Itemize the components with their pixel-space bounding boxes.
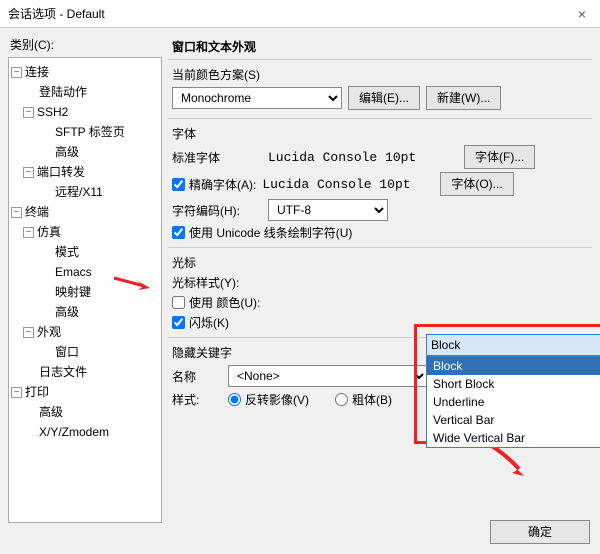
- collapse-icon[interactable]: −: [23, 327, 34, 338]
- hidekey-name-label: 名称: [172, 368, 222, 385]
- dropdown-option[interactable]: Short Block: [427, 375, 600, 393]
- tree-item[interactable]: X/Y/Zmodem: [39, 423, 109, 441]
- tree-item[interactable]: Emacs: [55, 263, 92, 281]
- close-icon[interactable]: ×: [572, 6, 592, 22]
- color-scheme-select[interactable]: Monochrome: [172, 87, 342, 109]
- bold-radio[interactable]: 粗体(B): [335, 391, 392, 408]
- unicode-lines-checkbox[interactable]: 使用 Unicode 线条绘制字符(U): [172, 224, 352, 241]
- collapse-icon[interactable]: −: [23, 167, 34, 178]
- std-font-button[interactable]: 字体(F)...: [464, 145, 535, 169]
- hidekey-group-label: 隐藏关键字: [172, 344, 232, 361]
- encoding-label: 字符编码(H):: [172, 202, 262, 219]
- tree-item[interactable]: 高级: [55, 303, 79, 321]
- collapse-icon[interactable]: −: [23, 107, 34, 118]
- tree-item[interactable]: 登陆动作: [39, 83, 87, 101]
- blink-checkbox[interactable]: 闪烁(K): [172, 314, 229, 331]
- std-font-label: 标准字体: [172, 149, 262, 166]
- collapse-icon[interactable]: −: [11, 67, 22, 78]
- precise-font-checkbox[interactable]: 精确字体(A):: [172, 176, 256, 193]
- collapse-icon[interactable]: −: [23, 227, 34, 238]
- tree-item[interactable]: 远程/X11: [55, 183, 103, 201]
- window-title: 会话选项 - Default: [8, 5, 105, 22]
- std-font-value: Lucida Console 10pt: [268, 150, 458, 165]
- tree-item[interactable]: 日志文件: [39, 363, 87, 381]
- cursor-style-dropdown[interactable]: Block Short Block Underline Vertical Bar…: [426, 356, 600, 448]
- reverse-radio[interactable]: 反转影像(V): [228, 391, 309, 408]
- encoding-select[interactable]: UTF-8: [268, 199, 388, 221]
- tree-item[interactable]: 窗口: [55, 343, 79, 361]
- dropdown-option[interactable]: Block: [427, 357, 600, 375]
- tree-item[interactable]: 打印: [25, 383, 49, 401]
- collapse-icon[interactable]: −: [11, 387, 22, 398]
- tree-item[interactable]: 模式: [55, 243, 79, 261]
- dropdown-option[interactable]: Vertical Bar: [427, 411, 600, 429]
- collapse-icon[interactable]: −: [11, 207, 22, 218]
- section-title: 窗口和文本外观: [168, 34, 592, 59]
- tree-item[interactable]: SFTP 标签页: [55, 123, 125, 141]
- ok-button[interactable]: 确定: [490, 520, 590, 544]
- edit-scheme-button[interactable]: 编辑(E)...: [348, 86, 420, 110]
- tree-item[interactable]: 映射键: [55, 283, 91, 301]
- cursor-style-value: Block: [431, 338, 460, 352]
- tree-item[interactable]: 高级: [39, 403, 63, 421]
- precise-font-button[interactable]: 字体(O)...: [440, 172, 513, 196]
- tree-item[interactable]: 终端: [25, 203, 49, 221]
- tree-item[interactable]: 高级: [55, 143, 79, 161]
- new-scheme-button[interactable]: 新建(W)...: [426, 86, 501, 110]
- dropdown-option[interactable]: Wide Vertical Bar: [427, 429, 600, 447]
- tree-item[interactable]: SSH2: [37, 103, 68, 121]
- precise-font-value: Lucida Console 10pt: [262, 177, 434, 192]
- category-tree[interactable]: −连接 登陆动作 −SSH2 SFTP 标签页 高级 −端口转发 远程/X11 …: [8, 57, 162, 523]
- hidekey-name-select[interactable]: <None>: [228, 365, 428, 387]
- cursor-style-select[interactable]: Block ▼: [426, 334, 600, 356]
- color-scheme-label: 当前颜色方案(S): [172, 66, 262, 83]
- tree-item[interactable]: 仿真: [37, 223, 61, 241]
- dropdown-option[interactable]: Underline: [427, 393, 600, 411]
- cursor-group-label: 光标: [172, 254, 196, 271]
- tree-item[interactable]: 外观: [37, 323, 61, 341]
- tree-item[interactable]: 连接: [25, 63, 49, 81]
- cursor-style-label: 光标样式(Y):: [172, 274, 262, 291]
- use-color-checkbox[interactable]: 使用 颜色(U):: [172, 294, 260, 311]
- fonts-group-label: 字体: [172, 125, 196, 142]
- hidekey-style-label: 样式:: [172, 391, 222, 408]
- category-label: 类别(C):: [8, 34, 162, 57]
- tree-item[interactable]: 端口转发: [37, 163, 85, 181]
